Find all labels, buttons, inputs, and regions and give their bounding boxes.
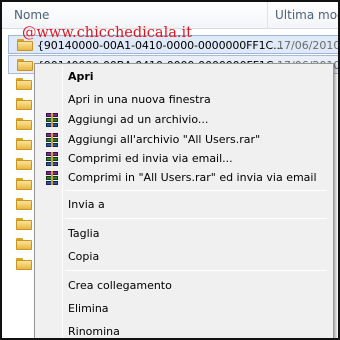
menu-item-create-shortcut[interactable]: Crea collegamento xyxy=(38,276,330,296)
menu-item-label: Invia a xyxy=(68,198,105,211)
menu-item-label: Rinomina xyxy=(68,325,120,338)
folder-icon xyxy=(16,78,32,90)
menu-item-open-new-window[interactable]: Apri in una nuova finestra xyxy=(38,90,330,110)
folder-icon xyxy=(16,238,32,250)
menu-item-add-to-archive[interactable]: Aggiungi ad un archivio... xyxy=(38,110,330,130)
menu-separator xyxy=(65,218,327,219)
menu-item-send-to[interactable]: Invia a xyxy=(38,195,330,215)
menu-item-label: Comprimi ed invia via email... xyxy=(68,152,233,165)
winrar-icon xyxy=(45,152,59,166)
context-menu: Apri Apri in una nuova finestra Aggiungi… xyxy=(34,63,334,338)
menu-item-compress-and-email[interactable]: Comprimi ed invia via email... xyxy=(38,149,330,169)
menu-item-label: Elimina xyxy=(68,302,109,315)
folder-icon xyxy=(16,198,32,210)
folder-icon xyxy=(16,218,32,230)
menu-separator xyxy=(65,190,327,191)
menu-item-label: Copia xyxy=(68,250,100,263)
file-date: 17/06/2010 2 xyxy=(277,39,340,52)
watermark-text: @www.chicchedicala.it xyxy=(22,25,192,41)
menu-item-compress-named-and-email[interactable]: Comprimi in "All Users.rar" ed invia via… xyxy=(38,168,330,188)
menu-item-add-to-named-archive[interactable]: Aggiungi all'archivio "All Users.rar" xyxy=(38,130,330,150)
menu-item-rename[interactable]: Rinomina xyxy=(38,322,330,338)
menu-item-label: Taglia xyxy=(68,227,100,240)
winrar-icon xyxy=(45,171,59,185)
explorer-window: Nome Ultima modi @www.chicchedicala.it {… xyxy=(0,0,340,340)
winrar-icon xyxy=(45,133,59,147)
menu-item-delete[interactable]: Elimina xyxy=(38,299,330,319)
folder-icon xyxy=(16,258,32,270)
menu-item-label: Apri in una nuova finestra xyxy=(68,93,211,106)
menu-item-open[interactable]: Apri xyxy=(38,67,330,87)
folder-icon xyxy=(17,59,33,71)
menu-item-label: Crea collegamento xyxy=(68,279,172,292)
menu-item-label: Aggiungi all'archivio "All Users.rar" xyxy=(68,133,261,146)
menu-item-label: Aggiungi ad un archivio... xyxy=(68,113,209,126)
folder-icon xyxy=(16,98,32,110)
folder-icon xyxy=(16,118,32,130)
menu-separator xyxy=(65,270,327,271)
menu-item-cut[interactable]: Taglia xyxy=(38,224,330,244)
folder-icon xyxy=(16,138,32,150)
menu-item-copy[interactable]: Copia xyxy=(38,247,330,267)
folder-icon xyxy=(16,158,32,170)
menu-item-label: Comprimi in "All Users.rar" ed invia via… xyxy=(68,171,317,184)
menu-item-label: Apri xyxy=(68,70,94,83)
column-name-header[interactable]: Nome xyxy=(14,8,49,22)
column-divider[interactable] xyxy=(267,2,268,29)
folder-icon xyxy=(16,178,32,190)
column-date-header[interactable]: Ultima modi xyxy=(275,8,338,22)
winrar-icon xyxy=(45,113,59,127)
